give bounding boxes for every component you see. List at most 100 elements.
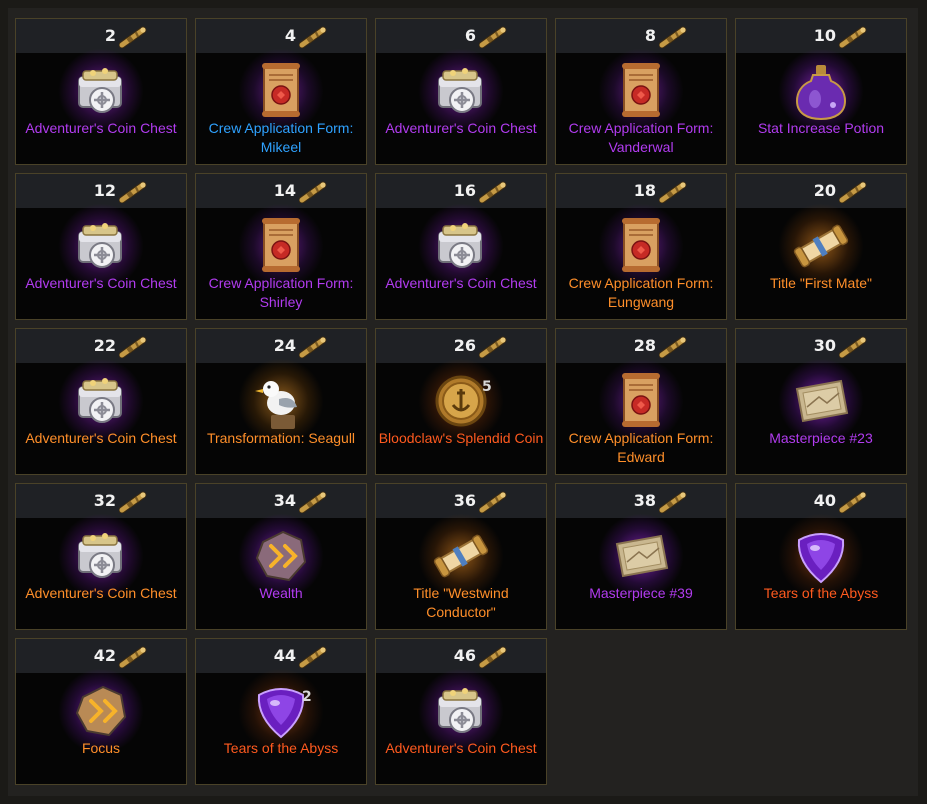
abyss-gem-icon bbox=[777, 514, 865, 598]
spyglass-icon bbox=[118, 26, 147, 49]
reward-cell[interactable]: 12 Adventurer's Coin Chest bbox=[15, 173, 187, 320]
reward-header: 44 bbox=[196, 639, 366, 673]
spyglass-icon bbox=[298, 26, 327, 49]
required-count: 44 bbox=[273, 646, 296, 665]
coin-chest-icon bbox=[57, 49, 145, 133]
reward-label: Adventurer's Coin Chest bbox=[25, 275, 177, 291]
reward-cell[interactable]: 10 Stat Increase Potion bbox=[735, 18, 907, 165]
reward-label: Crew Application Form: Eungwang bbox=[568, 275, 714, 310]
required-count: 30 bbox=[813, 336, 836, 355]
required-count: 40 bbox=[813, 491, 836, 510]
spyglass-icon bbox=[478, 336, 507, 359]
reward-header: 24 bbox=[196, 329, 366, 363]
reward-cell[interactable]: 32 Adventurer's Coin Chest bbox=[15, 483, 187, 630]
required-count: 14 bbox=[273, 181, 296, 200]
reward-label: Stat Increase Potion bbox=[757, 120, 885, 136]
reward-header: 26 bbox=[376, 329, 546, 363]
reward-label: Crew Application Form: Edward bbox=[568, 430, 714, 465]
required-count: 12 bbox=[93, 181, 116, 200]
reward-cell[interactable]: 28 Crew Application Form: Edward bbox=[555, 328, 727, 475]
spyglass-icon bbox=[118, 491, 147, 514]
required-count: 22 bbox=[93, 336, 116, 355]
reward-label: Focus bbox=[81, 740, 121, 756]
coin-chest-icon bbox=[417, 669, 505, 753]
reward-header: 8 bbox=[556, 19, 726, 53]
reward-cell[interactable]: 14 Crew Application Form: Shirley bbox=[195, 173, 367, 320]
coin-chest-icon bbox=[57, 204, 145, 288]
reward-header: 30 bbox=[736, 329, 906, 363]
spyglass-icon bbox=[478, 646, 507, 669]
reward-label: Title "First Mate" bbox=[770, 275, 872, 291]
reward-header: 16 bbox=[376, 174, 546, 208]
spyglass-icon bbox=[478, 26, 507, 49]
reward-cell[interactable]: 4 Crew Application Form: Mikeel bbox=[195, 18, 367, 165]
reward-grid: 2 Adventurer's Coin Chest 4 Crew Applicatio… bbox=[8, 8, 918, 796]
spyglass-icon bbox=[298, 336, 327, 359]
required-count: 26 bbox=[453, 336, 476, 355]
reward-cell[interactable]: 36 Title "Westwind Conductor" bbox=[375, 483, 547, 630]
required-count: 20 bbox=[813, 181, 836, 200]
spyglass-icon bbox=[838, 491, 867, 514]
crew-form-icon bbox=[237, 49, 325, 133]
required-count: 28 bbox=[633, 336, 656, 355]
reward-header: 40 bbox=[736, 484, 906, 518]
required-count: 16 bbox=[453, 181, 476, 200]
spyglass-icon bbox=[118, 336, 147, 359]
reward-cell[interactable]: 20 Title "First Mate" bbox=[735, 173, 907, 320]
spyglass-icon bbox=[298, 491, 327, 514]
reward-label: Tears of the Abyss bbox=[763, 585, 879, 601]
required-count: 6 bbox=[464, 26, 476, 45]
rune-icon bbox=[57, 669, 145, 753]
reward-cell[interactable]: 40 Tears of the Abyss bbox=[735, 483, 907, 630]
reward-header: 10 bbox=[736, 19, 906, 53]
reward-header: 4 bbox=[196, 19, 366, 53]
coin-chest-icon bbox=[57, 359, 145, 443]
reward-label: Masterpiece #23 bbox=[769, 430, 873, 446]
reward-cell[interactable]: 26 5 Bloodclaw's Splendid Coin bbox=[375, 328, 547, 475]
reward-header: 22 bbox=[16, 329, 186, 363]
reward-cell[interactable]: 38 Masterpiece #39 bbox=[555, 483, 727, 630]
spyglass-icon bbox=[838, 26, 867, 49]
reward-cell[interactable]: 30 Masterpiece #23 bbox=[735, 328, 907, 475]
required-count: 42 bbox=[93, 646, 116, 665]
spyglass-icon bbox=[298, 646, 327, 669]
reward-cell[interactable]: 8 Crew Application Form: Vanderwal bbox=[555, 18, 727, 165]
reward-cell[interactable]: 2 Adventurer's Coin Chest bbox=[15, 18, 187, 165]
spyglass-icon bbox=[478, 181, 507, 204]
crew-form-icon bbox=[597, 204, 685, 288]
reward-label: Crew Application Form: Vanderwal bbox=[568, 120, 714, 155]
reward-header: 42 bbox=[16, 639, 186, 673]
reward-label: Adventurer's Coin Chest bbox=[385, 275, 537, 291]
reward-label: Crew Application Form: Shirley bbox=[208, 275, 354, 310]
masterpiece-icon bbox=[777, 359, 865, 443]
reward-label: Bloodclaw's Splendid Coin bbox=[378, 430, 544, 446]
required-count: 34 bbox=[273, 491, 296, 510]
reward-cell[interactable]: 22 Adventurer's Coin Chest bbox=[15, 328, 187, 475]
spyglass-icon bbox=[838, 336, 867, 359]
spyglass-icon bbox=[658, 491, 687, 514]
reward-cell[interactable]: 44 2 Tears of the Abyss bbox=[195, 638, 367, 785]
coin-chest-icon bbox=[417, 204, 505, 288]
coin-chest-icon bbox=[417, 49, 505, 133]
reward-cell[interactable]: 24 Transformation: Seagull bbox=[195, 328, 367, 475]
reward-header: 28 bbox=[556, 329, 726, 363]
crew-form-icon bbox=[597, 359, 685, 443]
reward-label: Wealth bbox=[259, 585, 303, 601]
reward-header: 18 bbox=[556, 174, 726, 208]
reward-cell[interactable]: 34 Wealth bbox=[195, 483, 367, 630]
crew-form-icon bbox=[597, 49, 685, 133]
reward-header: 14 bbox=[196, 174, 366, 208]
spyglass-icon bbox=[658, 26, 687, 49]
reward-cell[interactable]: 42 Focus bbox=[15, 638, 187, 785]
reward-cell[interactable]: 6 Adventurer's Coin Chest bbox=[375, 18, 547, 165]
reward-header: 6 bbox=[376, 19, 546, 53]
reward-label: Adventurer's Coin Chest bbox=[25, 585, 177, 601]
required-count: 24 bbox=[273, 336, 296, 355]
reward-cell[interactable]: 18 Crew Application Form: Eungwang bbox=[555, 173, 727, 320]
reward-label: Adventurer's Coin Chest bbox=[25, 120, 177, 136]
reward-header: 38 bbox=[556, 484, 726, 518]
masterpiece-icon bbox=[597, 514, 685, 598]
reward-header: 12 bbox=[16, 174, 186, 208]
reward-cell[interactable]: 46 Adventurer's Coin Chest bbox=[375, 638, 547, 785]
reward-cell[interactable]: 16 Adventurer's Coin Chest bbox=[375, 173, 547, 320]
